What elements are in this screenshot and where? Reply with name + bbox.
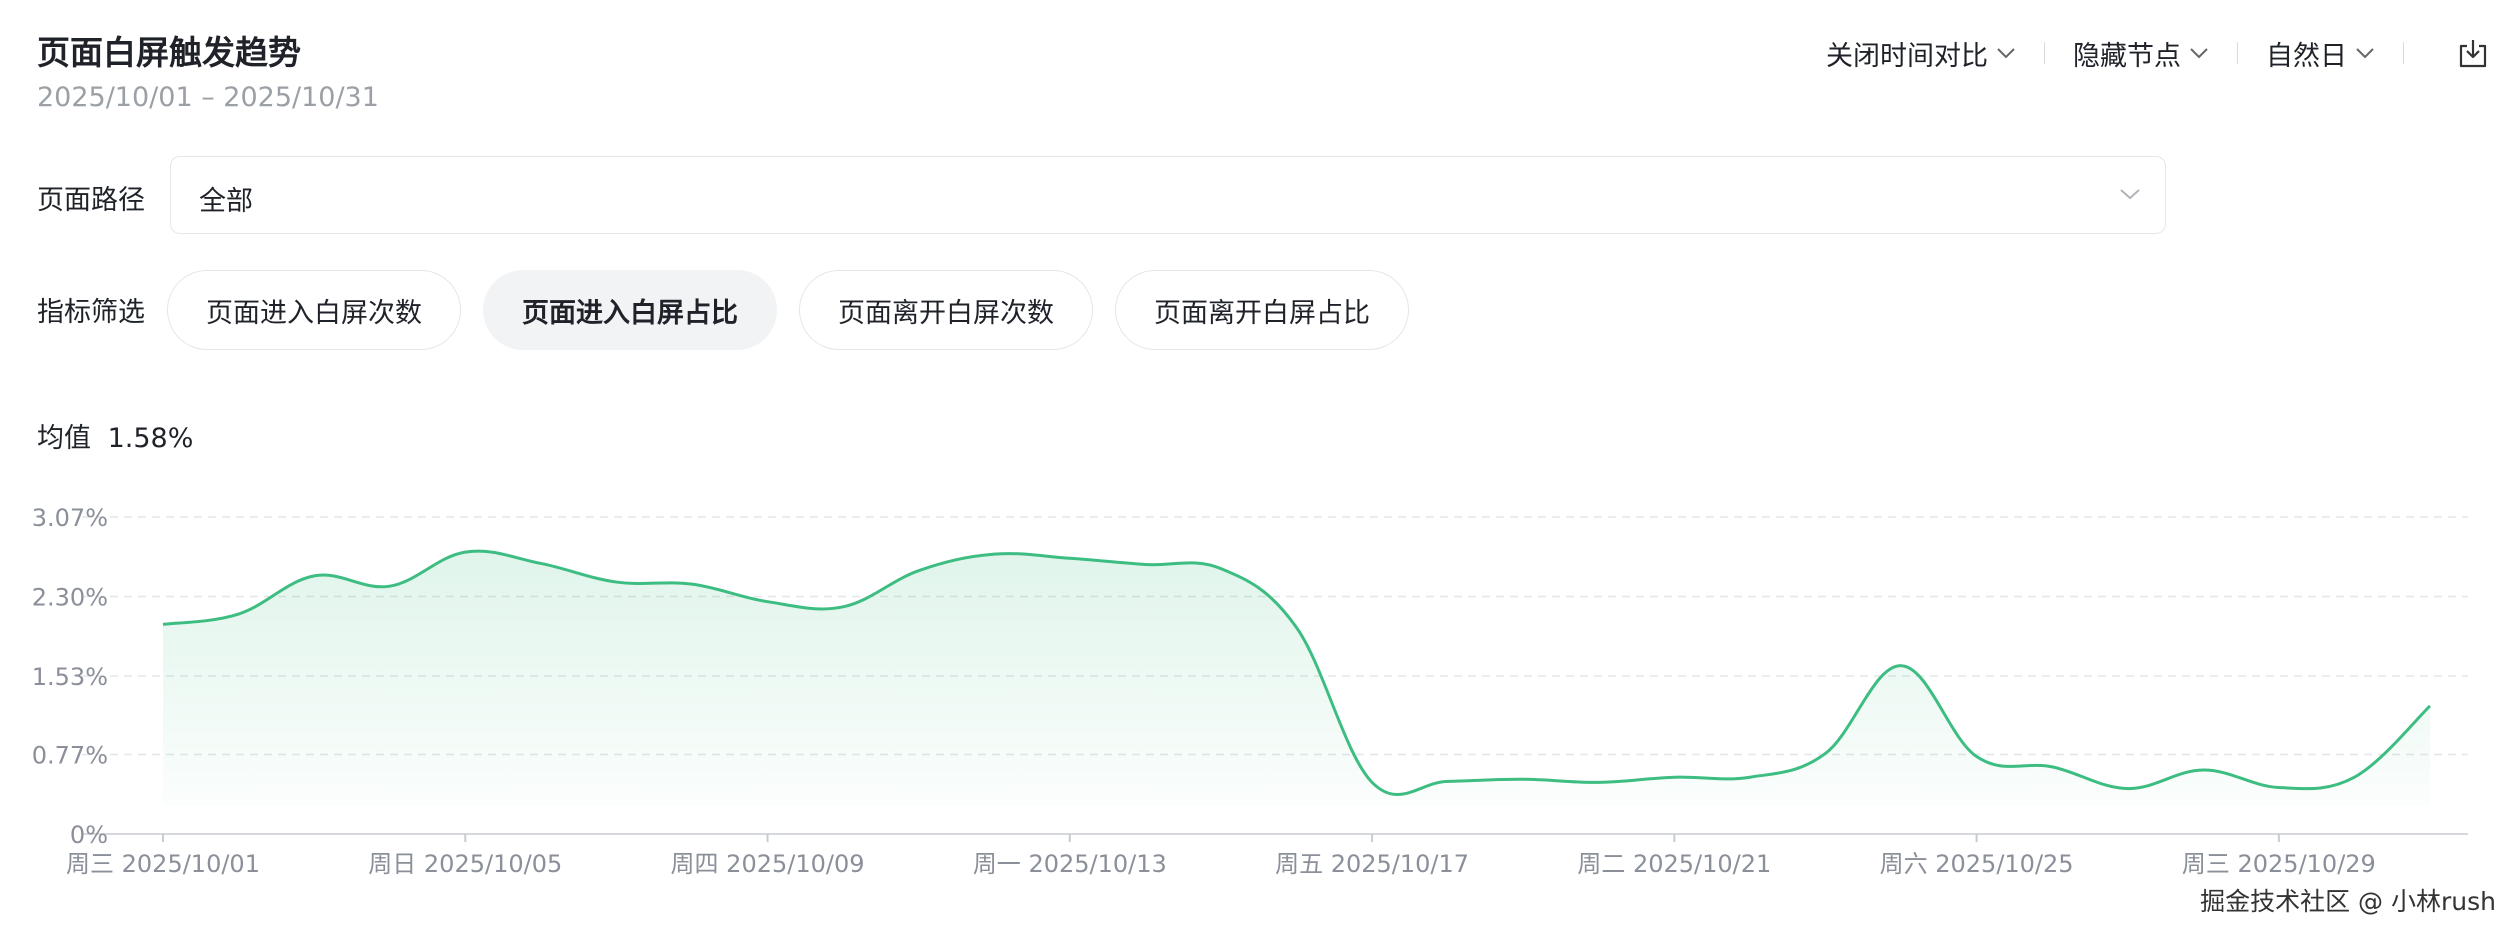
x-tick-label: 周日 2025/10/05 [368,850,562,878]
watermark: 掘金技术社区 @ 小林rush [2200,887,2496,916]
x-tick-label: 周四 2025/10/09 [671,850,865,878]
chevron-down-icon [2190,48,2208,59]
page-title: 页面白屏触发趋势 [37,33,301,72]
data-point[interactable] [1445,778,1451,784]
data-point[interactable] [1142,561,1148,567]
export-icon [2459,40,2487,68]
date-range: 2025/10/01 – 2025/10/31 [37,82,379,113]
metric-pill-enter-ratio[interactable]: 页面进入白屏占比 [483,270,777,350]
data-point[interactable] [2276,785,2282,791]
metric-filter-label: 指标筛选 [37,297,145,328]
y-tick-label: 0% [70,821,108,849]
path-filter-label: 页面路径 [37,185,145,216]
data-point[interactable] [1671,774,1677,780]
data-point[interactable] [1898,663,1904,669]
chevron-down-icon [1997,48,2015,59]
metric-pill-label: 页面进入白屏占比 [522,297,738,329]
data-point[interactable] [689,581,695,587]
data-point[interactable] [311,573,317,579]
data-point[interactable] [1596,779,1602,785]
x-tick-label: 周三 2025/10/01 [66,850,260,878]
data-point[interactable] [538,560,544,566]
granularity-label: 自然日 [2266,40,2347,72]
path-select[interactable]: 全部 [170,156,2166,234]
data-point[interactable] [1822,750,1828,756]
time-compare-dropdown[interactable]: 关闭时间对比 [1826,34,2016,73]
data-point[interactable] [613,579,619,585]
metric-pill-enter-count[interactable]: 页面进入白屏次数 [167,270,461,350]
data-point[interactable] [1974,754,1980,760]
granularity-dropdown[interactable]: 自然日 [2266,34,2375,73]
time-compare-label: 关闭时间对比 [1826,40,1988,72]
data-point[interactable] [1520,776,1526,782]
average-label: 均值 [37,423,91,454]
y-tick-label: 0.77% [32,741,108,769]
y-tick-label: 3.07% [32,504,108,532]
toolbar-divider [2403,42,2404,64]
export-button[interactable] [2458,37,2488,69]
average-value: 1.58% [107,423,194,454]
x-tick-label: 周二 2025/10/21 [1577,850,1771,878]
x-tick-label: 周六 2025/10/25 [1880,850,2074,878]
x-tick-label: 周三 2025/10/29 [2182,850,2376,878]
x-tick-label: 周一 2025/10/13 [973,850,1167,878]
trend-chart: 0% 0.77% 1.53% 2.30% 3.07% 周三 2025/10/01 周日 20… [32,504,2468,878]
data-point[interactable] [1747,774,1753,780]
data-point[interactable] [765,599,771,605]
data-point[interactable] [2351,774,2357,780]
data-point[interactable] [160,621,166,627]
toolbar-divider [2237,42,2238,64]
metric-filter-group: 页面进入白屏次数 页面进入白屏占比 页面离开白屏次数 页面离开白屏占比 [167,270,1431,350]
data-point[interactable] [2125,786,2131,792]
x-tick-label: 周五 2025/10/17 [1275,850,1469,878]
data-point[interactable] [1369,779,1375,785]
chevron-down-icon [2356,48,2374,59]
hide-nodes-label: 隐藏节点 [2073,40,2181,72]
data-point[interactable] [916,568,922,574]
data-point[interactable] [462,549,468,555]
data-point[interactable] [1067,555,1073,561]
data-point[interactable] [1294,624,1300,630]
data-point[interactable] [840,604,846,610]
y-tick-label: 1.53% [32,663,108,691]
chart-toolbar: 关闭时间对比 隐藏节点 自然日 [1826,32,2488,74]
metric-pill-label: 页面进入白屏次数 [206,297,422,329]
metric-pill-label: 页面离开白屏占比 [1154,297,1370,329]
data-point[interactable] [387,583,393,589]
hide-nodes-dropdown[interactable]: 隐藏节点 [2073,34,2209,73]
chevron-down-icon [2120,189,2140,200]
metric-pill-leave-ratio[interactable]: 页面离开白屏占比 [1115,270,1409,350]
y-tick-label: 2.30% [32,584,108,612]
data-point[interactable] [2200,767,2206,773]
data-point[interactable] [2427,703,2433,709]
data-point[interactable] [236,611,242,617]
data-point[interactable] [2049,764,2055,770]
toolbar-divider [2044,42,2045,64]
data-point[interactable] [991,551,997,557]
series-area [163,551,2430,806]
path-select-value: 全部 [199,186,253,217]
metric-pill-leave-count[interactable]: 页面离开白屏次数 [799,270,1093,350]
data-point[interactable] [1218,566,1224,572]
average-summary: 均值 1.58% [37,416,201,455]
metric-pill-label: 页面离开白屏次数 [838,297,1054,329]
